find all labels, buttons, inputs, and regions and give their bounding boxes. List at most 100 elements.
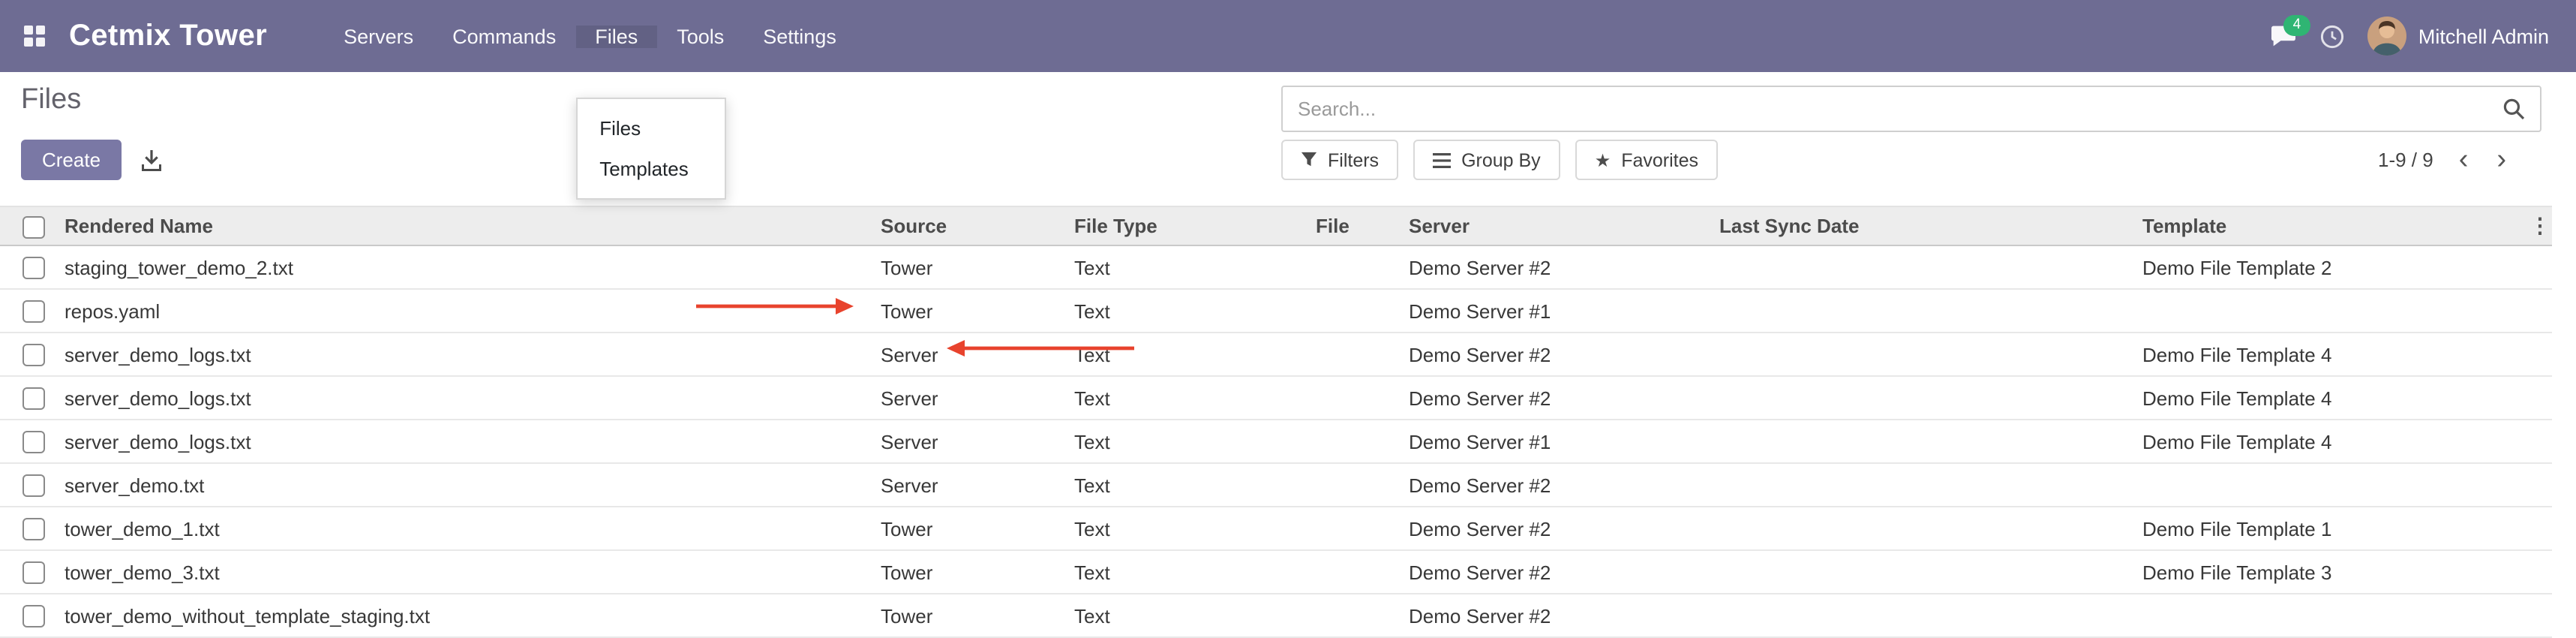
- menu-servers[interactable]: Servers: [324, 25, 433, 47]
- cell-source[interactable]: Server: [876, 376, 1070, 420]
- cell-last-sync-date[interactable]: [1715, 550, 2138, 594]
- pager-next-icon[interactable]: ›: [2493, 146, 2509, 174]
- select-all-checkbox[interactable]: [23, 215, 45, 238]
- table-row[interactable]: server_demo_logs.txtServerText Demo Serve…: [0, 420, 2552, 463]
- cell-file[interactable]: [1311, 245, 1404, 289]
- row-checkbox[interactable]: [23, 344, 45, 366]
- menu-settings[interactable]: Settings: [743, 25, 856, 47]
- cell-server[interactable]: Demo Server #1: [1404, 289, 1715, 333]
- cell-template[interactable]: [2138, 289, 2528, 333]
- cell-file[interactable]: [1311, 289, 1404, 333]
- cell-file-type[interactable]: Text: [1070, 420, 1311, 463]
- cell-rendered-name[interactable]: tower_demo_1.txt: [60, 507, 876, 550]
- cell-file[interactable]: [1311, 594, 1404, 637]
- group-by-button[interactable]: Group By: [1413, 140, 1560, 180]
- table-row[interactable]: tower_demo_without_template_staging.txtT…: [0, 594, 2552, 637]
- cell-last-sync-date[interactable]: [1715, 507, 2138, 550]
- cell-source[interactable]: Tower: [876, 594, 1070, 637]
- search-input[interactable]: [1283, 98, 2487, 120]
- cell-file[interactable]: [1311, 463, 1404, 507]
- cell-file[interactable]: [1311, 333, 1404, 376]
- table-row[interactable]: server_demo.txtServerTextDemo Server #2: [0, 463, 2552, 507]
- search-icon[interactable]: [2487, 98, 2540, 120]
- cell-file[interactable]: [1311, 507, 1404, 550]
- cell-source[interactable]: Server: [876, 463, 1070, 507]
- user-menu[interactable]: Mitchell Admin: [2367, 17, 2549, 56]
- cell-file-type[interactable]: Text: [1070, 289, 1311, 333]
- row-checkbox[interactable]: [23, 518, 45, 540]
- menu-tools[interactable]: Tools: [657, 25, 743, 47]
- create-button[interactable]: Create: [21, 140, 122, 180]
- cell-last-sync-date[interactable]: [1715, 463, 2138, 507]
- cell-file-type[interactable]: Text: [1070, 245, 1311, 289]
- cell-source[interactable]: Server: [876, 333, 1070, 376]
- dropdown-item-files[interactable]: Files: [577, 107, 724, 148]
- cell-rendered-name[interactable]: server_demo_logs.txt: [60, 376, 876, 420]
- cell-last-sync-date[interactable]: [1715, 420, 2138, 463]
- column-header-rendered-name[interactable]: Rendered Name: [60, 206, 876, 245]
- cell-template[interactable]: Demo File Template 4: [2138, 333, 2528, 376]
- table-row[interactable]: server_demo_logs.txtServerText Demo Serve…: [0, 376, 2552, 420]
- row-checkbox[interactable]: [23, 300, 45, 323]
- cell-file-type[interactable]: Text: [1070, 507, 1311, 550]
- cell-last-sync-date[interactable]: [1715, 376, 2138, 420]
- menu-commands[interactable]: Commands: [433, 25, 575, 47]
- cell-last-sync-date[interactable]: [1715, 289, 2138, 333]
- cell-rendered-name[interactable]: server_demo_logs.txt: [60, 420, 876, 463]
- cell-rendered-name[interactable]: repos.yaml: [60, 289, 876, 333]
- cell-server[interactable]: Demo Server #2: [1404, 550, 1715, 594]
- cell-server[interactable]: Demo Server #2: [1404, 376, 1715, 420]
- app-brand[interactable]: Cetmix Tower: [69, 19, 267, 53]
- optional-columns-icon[interactable]: ⋮: [2529, 213, 2550, 237]
- cell-server[interactable]: Demo Server #2: [1404, 333, 1715, 376]
- cell-file-type[interactable]: Text: [1070, 550, 1311, 594]
- cell-rendered-name[interactable]: tower_demo_without_template_staging.txt: [60, 594, 876, 637]
- cell-file[interactable]: [1311, 550, 1404, 594]
- column-header-source[interactable]: Source: [876, 206, 1070, 245]
- row-checkbox[interactable]: [23, 387, 45, 410]
- export-button[interactable]: [129, 140, 174, 180]
- cell-file-type[interactable]: Text: [1070, 594, 1311, 637]
- cell-source[interactable]: Tower: [876, 245, 1070, 289]
- cell-source[interactable]: Tower: [876, 289, 1070, 333]
- cell-server[interactable]: Demo Server #2: [1404, 463, 1715, 507]
- cell-last-sync-date[interactable]: [1715, 594, 2138, 637]
- cell-server[interactable]: Demo Server #2: [1404, 594, 1715, 637]
- table-row[interactable]: repos.yamlTowerText Demo Server #1: [0, 289, 2552, 333]
- cell-source[interactable]: Tower: [876, 507, 1070, 550]
- messages-icon[interactable]: 4: [2270, 24, 2297, 48]
- cell-last-sync-date[interactable]: [1715, 333, 2138, 376]
- apps-grid-icon[interactable]: [24, 26, 45, 47]
- cell-server[interactable]: Demo Server #1: [1404, 420, 1715, 463]
- cell-template[interactable]: Demo File Template 1: [2138, 507, 2528, 550]
- row-checkbox[interactable]: [23, 605, 45, 627]
- row-checkbox[interactable]: [23, 257, 45, 279]
- cell-rendered-name[interactable]: staging_tower_demo_2.txt: [60, 245, 876, 289]
- cell-file-type[interactable]: Text: [1070, 333, 1311, 376]
- cell-file-type[interactable]: Text: [1070, 376, 1311, 420]
- column-header-file[interactable]: File: [1311, 206, 1404, 245]
- cell-template[interactable]: [2138, 594, 2528, 637]
- column-header-last-sync-date[interactable]: Last Sync Date: [1715, 206, 2138, 245]
- cell-server[interactable]: Demo Server #2: [1404, 507, 1715, 550]
- table-row[interactable]: tower_demo_1.txtTowerText Demo Server #2 D…: [0, 507, 2552, 550]
- table-row[interactable]: server_demo_logs.txtServerText Demo Serve…: [0, 333, 2552, 376]
- cell-template[interactable]: Demo File Template 2: [2138, 245, 2528, 289]
- dropdown-item-templates[interactable]: Templates: [577, 148, 724, 188]
- cell-rendered-name[interactable]: tower_demo_3.txt: [60, 550, 876, 594]
- column-header-file-type[interactable]: File Type: [1070, 206, 1311, 245]
- pager-previous-icon[interactable]: ‹: [2456, 146, 2472, 174]
- cell-template[interactable]: Demo File Template 4: [2138, 376, 2528, 420]
- cell-rendered-name[interactable]: server_demo_logs.txt: [60, 333, 876, 376]
- row-checkbox[interactable]: [23, 431, 45, 453]
- filters-button[interactable]: Filters: [1281, 140, 1398, 180]
- favorites-button[interactable]: ★ Favorites: [1575, 140, 1718, 180]
- cell-source[interactable]: Tower: [876, 550, 1070, 594]
- cell-source[interactable]: Server: [876, 420, 1070, 463]
- menu-files[interactable]: Files Files Templates: [575, 25, 657, 47]
- cell-server[interactable]: Demo Server #2: [1404, 245, 1715, 289]
- cell-file-type[interactable]: Text: [1070, 463, 1311, 507]
- cell-file[interactable]: [1311, 376, 1404, 420]
- row-checkbox[interactable]: [23, 474, 45, 497]
- table-row[interactable]: staging_tower_demo_2.txtTowerText Demo Se…: [0, 245, 2552, 289]
